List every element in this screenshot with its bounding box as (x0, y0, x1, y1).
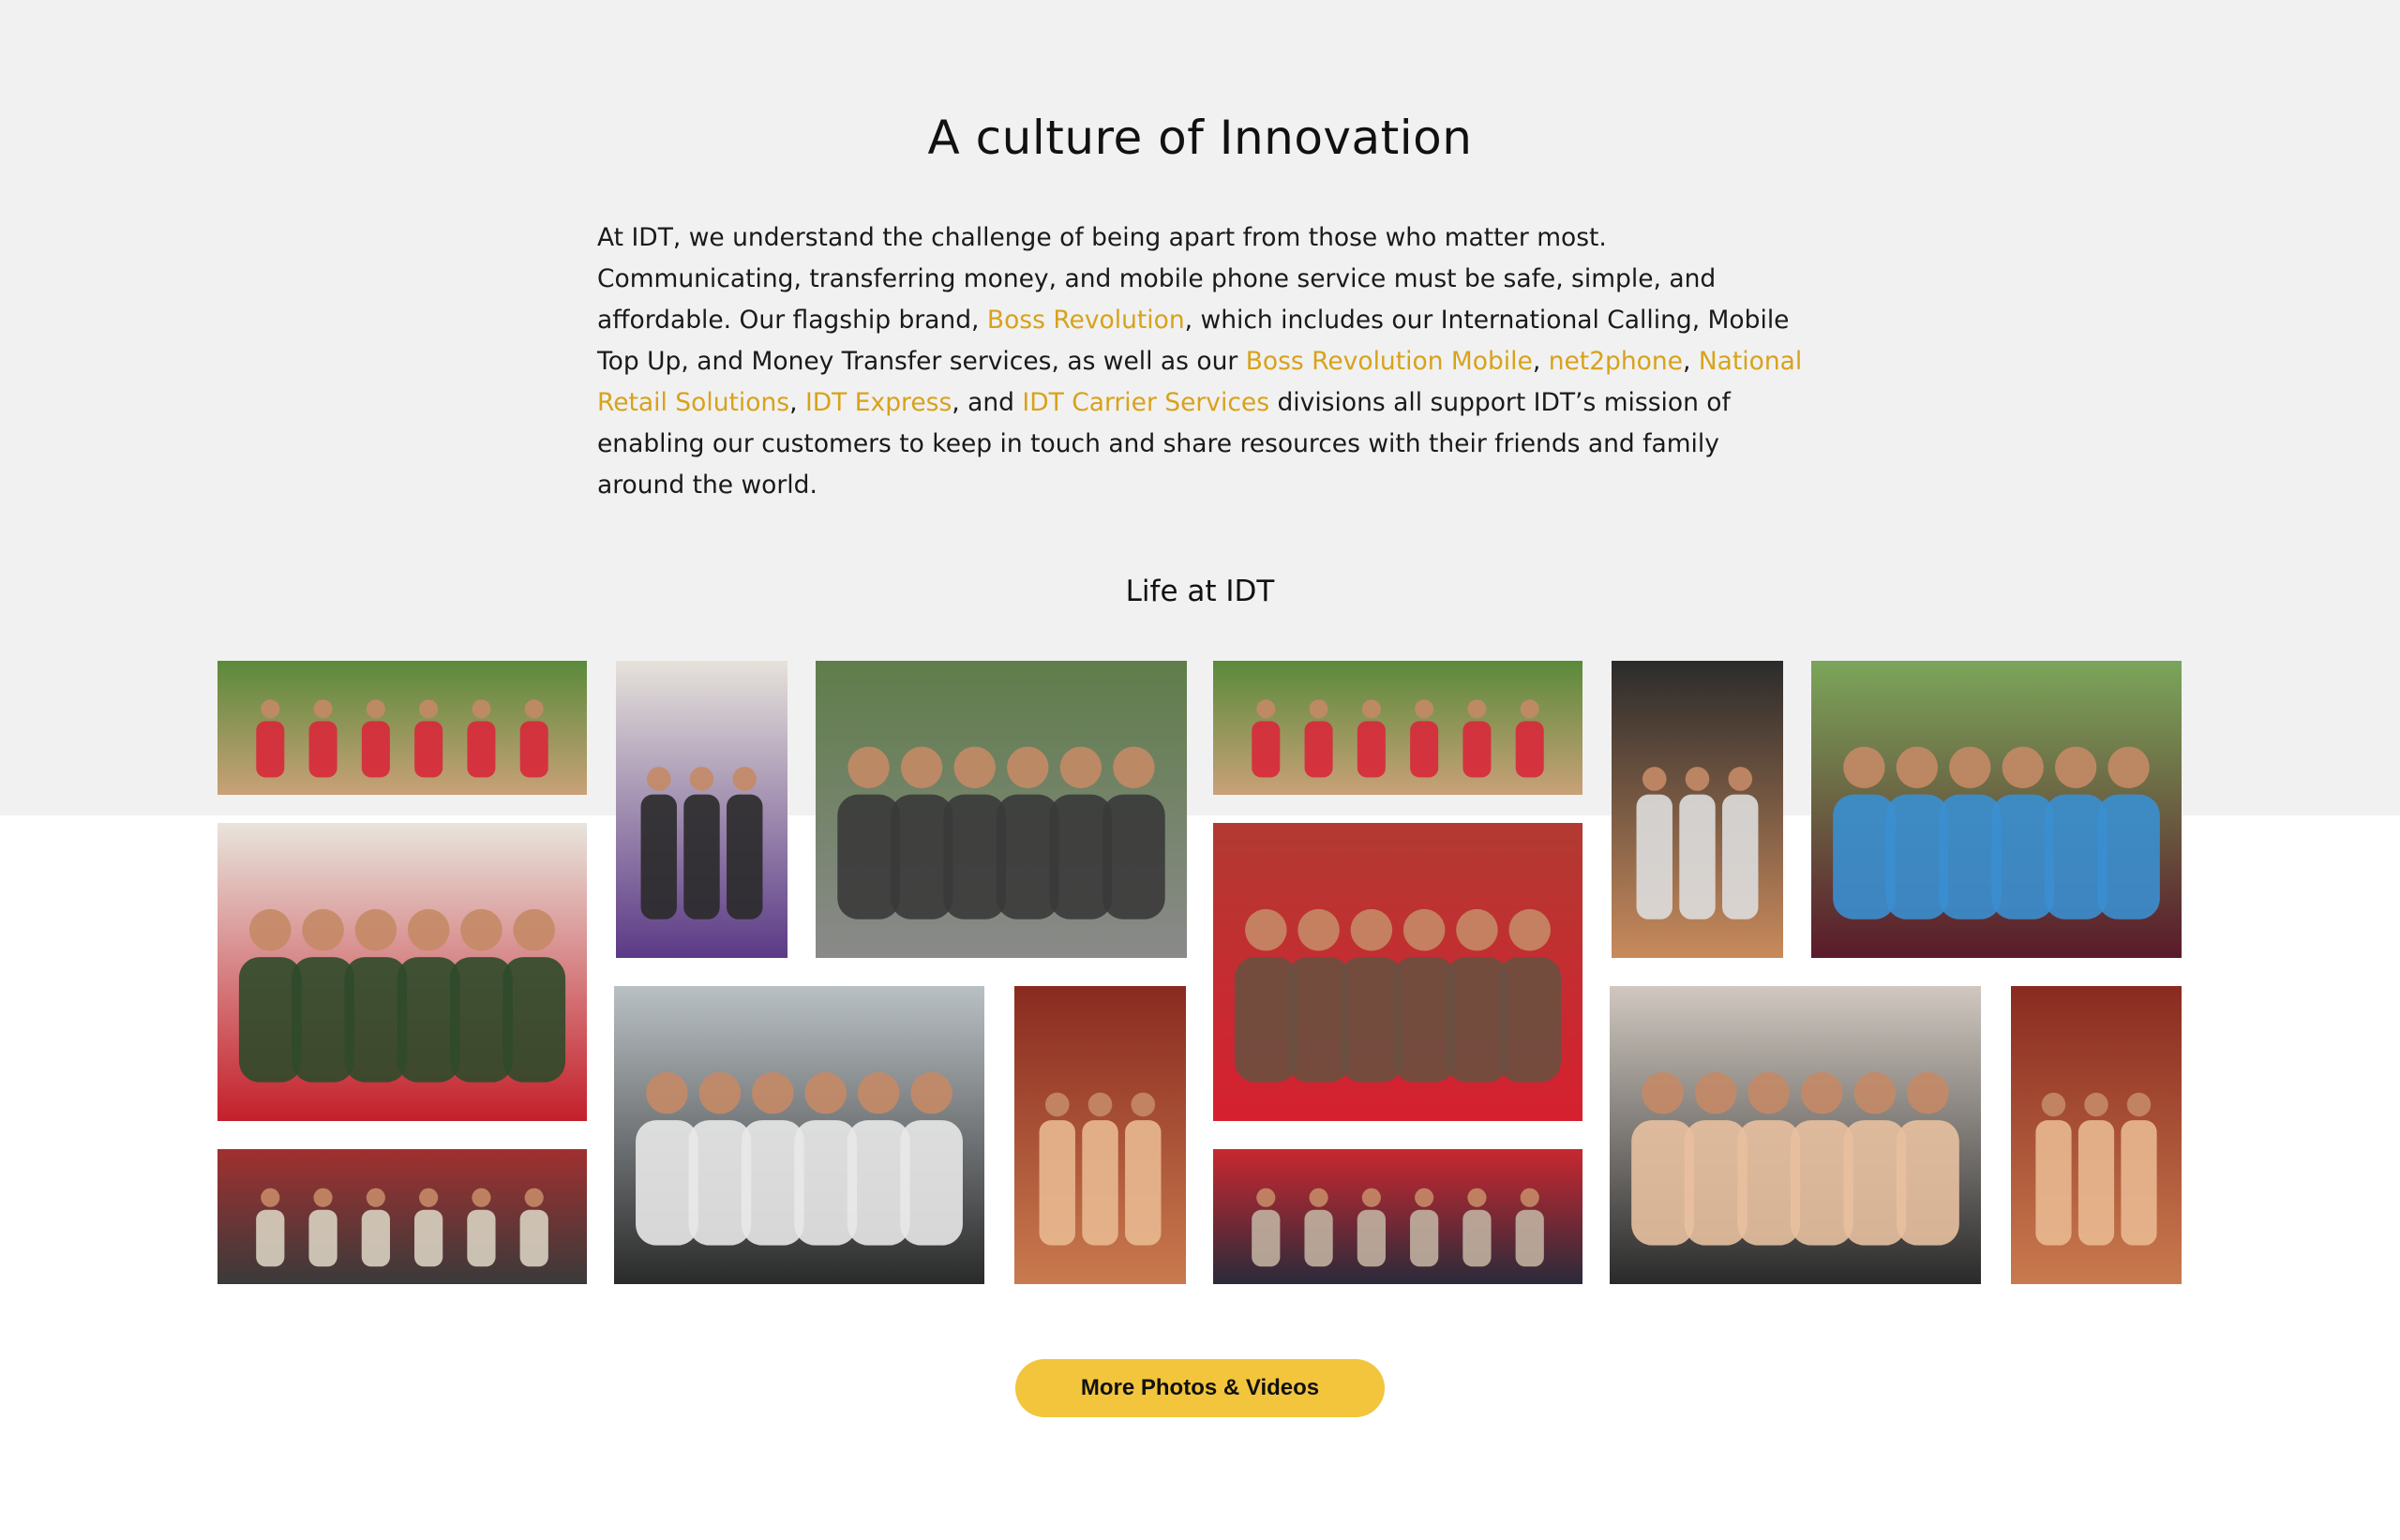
net2phone-link[interactable]: net2phone (1549, 347, 1683, 376)
event-group-photo[interactable] (1213, 1149, 1582, 1284)
party-group-photo[interactable] (1811, 661, 2182, 958)
dancing-friends-photo[interactable] (1014, 986, 1186, 1284)
more-photos-videos-button[interactable]: More Photos & Videos (1015, 1359, 1385, 1417)
page: A culture of Innovation At IDT, we under… (0, 0, 2400, 1540)
chess-match-photo[interactable] (218, 1149, 587, 1284)
laptop-discussion-photo[interactable] (614, 986, 984, 1284)
hackathon-selfie-photo[interactable] (1610, 986, 1981, 1284)
section-title: A culture of Innovation (927, 111, 1473, 165)
idt-express-link[interactable]: IDT Express (805, 388, 952, 417)
rooftop-group-photo[interactable] (816, 661, 1187, 958)
boss-revolution-mobile-link[interactable]: Boss Revolution Mobile (1246, 347, 1533, 376)
office-red-booth-photo[interactable] (218, 823, 587, 1121)
separator-2: , (1682, 347, 1699, 376)
separator-4: , and (952, 388, 1023, 417)
dancing-friends-photo-2[interactable] (2011, 986, 2182, 1284)
idt-carrier-services-link[interactable]: IDT Carrier Services (1022, 388, 1269, 417)
gallery-title: Life at IDT (1125, 575, 1275, 608)
intro-paragraph: At IDT, we understand the challenge of b… (597, 217, 1807, 506)
separator-3: , (789, 388, 805, 417)
softball-team-photo[interactable] (218, 661, 587, 795)
headphones-portrait-photo[interactable] (1612, 661, 1783, 958)
separator-1: , (1532, 347, 1549, 376)
costume-hallway-photo[interactable] (616, 661, 788, 958)
team-red-shirts-photo[interactable] (1213, 823, 1582, 1121)
boss-revolution-link[interactable]: Boss Revolution (987, 306, 1185, 335)
softball-team-photo-2[interactable] (1213, 661, 1582, 795)
